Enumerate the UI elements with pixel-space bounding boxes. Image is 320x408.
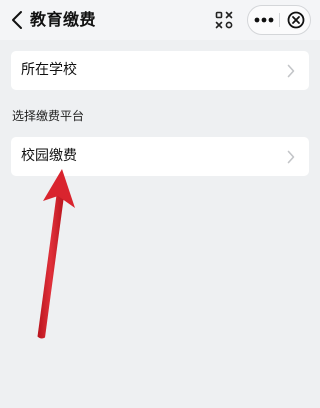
- navigation-bar: 教育缴费: [0, 0, 320, 40]
- chevron-right-icon: [287, 64, 295, 78]
- close-circle-icon: [287, 11, 305, 29]
- more-dots-icon: [254, 17, 274, 23]
- school-selector[interactable]: 所在学校: [11, 51, 309, 90]
- more-button[interactable]: [251, 6, 277, 34]
- capsule-divider: [279, 13, 280, 27]
- close-button[interactable]: [283, 6, 309, 34]
- chevron-right-icon: [287, 150, 295, 164]
- mini-program-capsule: [247, 5, 311, 35]
- section-title-platform: 选择缴费平台: [12, 109, 85, 123]
- back-button[interactable]: [6, 7, 28, 33]
- page-title: 教育缴费: [30, 10, 97, 29]
- platform-item-campus-payment[interactable]: 校园缴费: [11, 137, 309, 176]
- chevron-left-icon: [12, 11, 22, 29]
- scan-icon: [215, 11, 233, 29]
- platform-item-label: 校园缴费: [21, 148, 77, 164]
- annotation-arrow-shaft: [37, 195, 64, 339]
- school-selector-label: 所在学校: [21, 62, 77, 78]
- scan-button[interactable]: [212, 8, 236, 32]
